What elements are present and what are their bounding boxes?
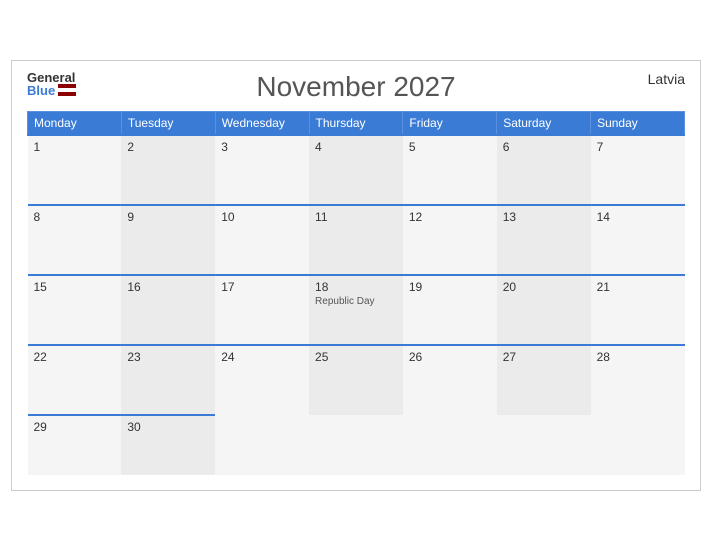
day-number: 11 xyxy=(315,210,397,224)
calendar-cell: 6 xyxy=(497,135,591,205)
day-number: 22 xyxy=(34,350,116,364)
day-number: 30 xyxy=(127,420,209,434)
calendar-header: General Blue November 2027 Latvia xyxy=(27,71,685,103)
day-number: 1 xyxy=(34,140,116,154)
calendar-cell xyxy=(309,415,403,475)
day-number: 29 xyxy=(34,420,116,434)
calendar-cell: 27 xyxy=(497,345,591,415)
calendar-cell: 23 xyxy=(121,345,215,415)
calendar-cell: 13 xyxy=(497,205,591,275)
calendar-cell: 2 xyxy=(121,135,215,205)
day-number: 28 xyxy=(597,350,679,364)
day-number: 17 xyxy=(221,280,303,294)
day-number: 3 xyxy=(221,140,303,154)
day-number: 7 xyxy=(597,140,679,154)
calendar-grid: MondayTuesdayWednesdayThursdayFridaySatu… xyxy=(27,111,685,475)
calendar-week-row: 89 10 11 12 13 14 xyxy=(28,205,685,275)
calendar-cell: 5 xyxy=(403,135,497,205)
weekday-sunday: Sunday xyxy=(591,111,685,135)
calendar-cell: 22 xyxy=(28,345,122,415)
weekday-monday: Monday xyxy=(28,111,122,135)
day-number: 18 xyxy=(315,280,397,294)
calendar-week-row: 1234567 xyxy=(28,135,685,205)
logo-general-text: General xyxy=(27,71,76,84)
calendar-cell: 24 xyxy=(215,345,309,415)
day-number: 6 xyxy=(503,140,585,154)
calendar-cell: 28 xyxy=(591,345,685,415)
day-number: 4 xyxy=(315,140,397,154)
calendar-cell: 11 xyxy=(309,205,403,275)
day-number: 16 xyxy=(127,280,209,294)
day-number: 26 xyxy=(409,350,491,364)
calendar-cell xyxy=(403,415,497,475)
calendar-cell: 20 xyxy=(497,275,591,345)
calendar-cell: 1 xyxy=(28,135,122,205)
logo-blue-text: Blue xyxy=(27,84,76,97)
calendar-cell: 30 xyxy=(121,415,215,475)
calendar-week-row: 15 16 17 18 Republic Day 19 20 21 xyxy=(28,275,685,345)
weekday-saturday: Saturday xyxy=(497,111,591,135)
weekday-header-row: MondayTuesdayWednesdayThursdayFridaySatu… xyxy=(28,111,685,135)
calendar-cell: 3 xyxy=(215,135,309,205)
calendar-cell: 4 xyxy=(309,135,403,205)
day-number: 15 xyxy=(34,280,116,294)
calendar-cell: 18 Republic Day xyxy=(309,275,403,345)
calendar-cell: 12 xyxy=(403,205,497,275)
calendar-cell: 25 xyxy=(309,345,403,415)
calendar-cell: 10 xyxy=(215,205,309,275)
calendar-cell: 26 xyxy=(403,345,497,415)
day-number: 20 xyxy=(503,280,585,294)
day-number: 12 xyxy=(409,210,491,224)
calendar-cell xyxy=(591,415,685,475)
day-number: 2 xyxy=(127,140,209,154)
calendar-cell: 16 xyxy=(121,275,215,345)
calendar-week-row: 22 23 24 25 26 27 28 xyxy=(28,345,685,415)
event-label: Republic Day xyxy=(315,296,397,307)
day-number: 24 xyxy=(221,350,303,364)
day-number: 23 xyxy=(127,350,209,364)
logo: General Blue xyxy=(27,71,76,97)
calendar-container: General Blue November 2027 Latvia Monday… xyxy=(11,60,701,491)
calendar-cell: 29 xyxy=(28,415,122,475)
calendar-cell: 9 xyxy=(121,205,215,275)
day-number: 13 xyxy=(503,210,585,224)
calendar-week-row: 29 30 xyxy=(28,415,685,475)
calendar-cell: 21 xyxy=(591,275,685,345)
country-label: Latvia xyxy=(648,71,685,87)
day-number: 19 xyxy=(409,280,491,294)
day-number: 25 xyxy=(315,350,397,364)
calendar-cell xyxy=(497,415,591,475)
weekday-tuesday: Tuesday xyxy=(121,111,215,135)
weekday-friday: Friday xyxy=(403,111,497,135)
calendar-cell: 14 xyxy=(591,205,685,275)
weekday-thursday: Thursday xyxy=(309,111,403,135)
day-number: 21 xyxy=(597,280,679,294)
weekday-wednesday: Wednesday xyxy=(215,111,309,135)
day-number: 10 xyxy=(221,210,303,224)
day-number: 27 xyxy=(503,350,585,364)
day-number: 5 xyxy=(409,140,491,154)
calendar-cell: 19 xyxy=(403,275,497,345)
logo-flag xyxy=(58,84,76,96)
calendar-title: November 2027 xyxy=(256,71,455,103)
calendar-cell: 15 xyxy=(28,275,122,345)
calendar-cell: 8 xyxy=(28,205,122,275)
day-number: 14 xyxy=(597,210,679,224)
day-number: 8 xyxy=(34,210,116,224)
calendar-cell: 7 xyxy=(591,135,685,205)
calendar-cell xyxy=(215,415,309,475)
calendar-cell: 17 xyxy=(215,275,309,345)
day-number: 9 xyxy=(127,210,209,224)
